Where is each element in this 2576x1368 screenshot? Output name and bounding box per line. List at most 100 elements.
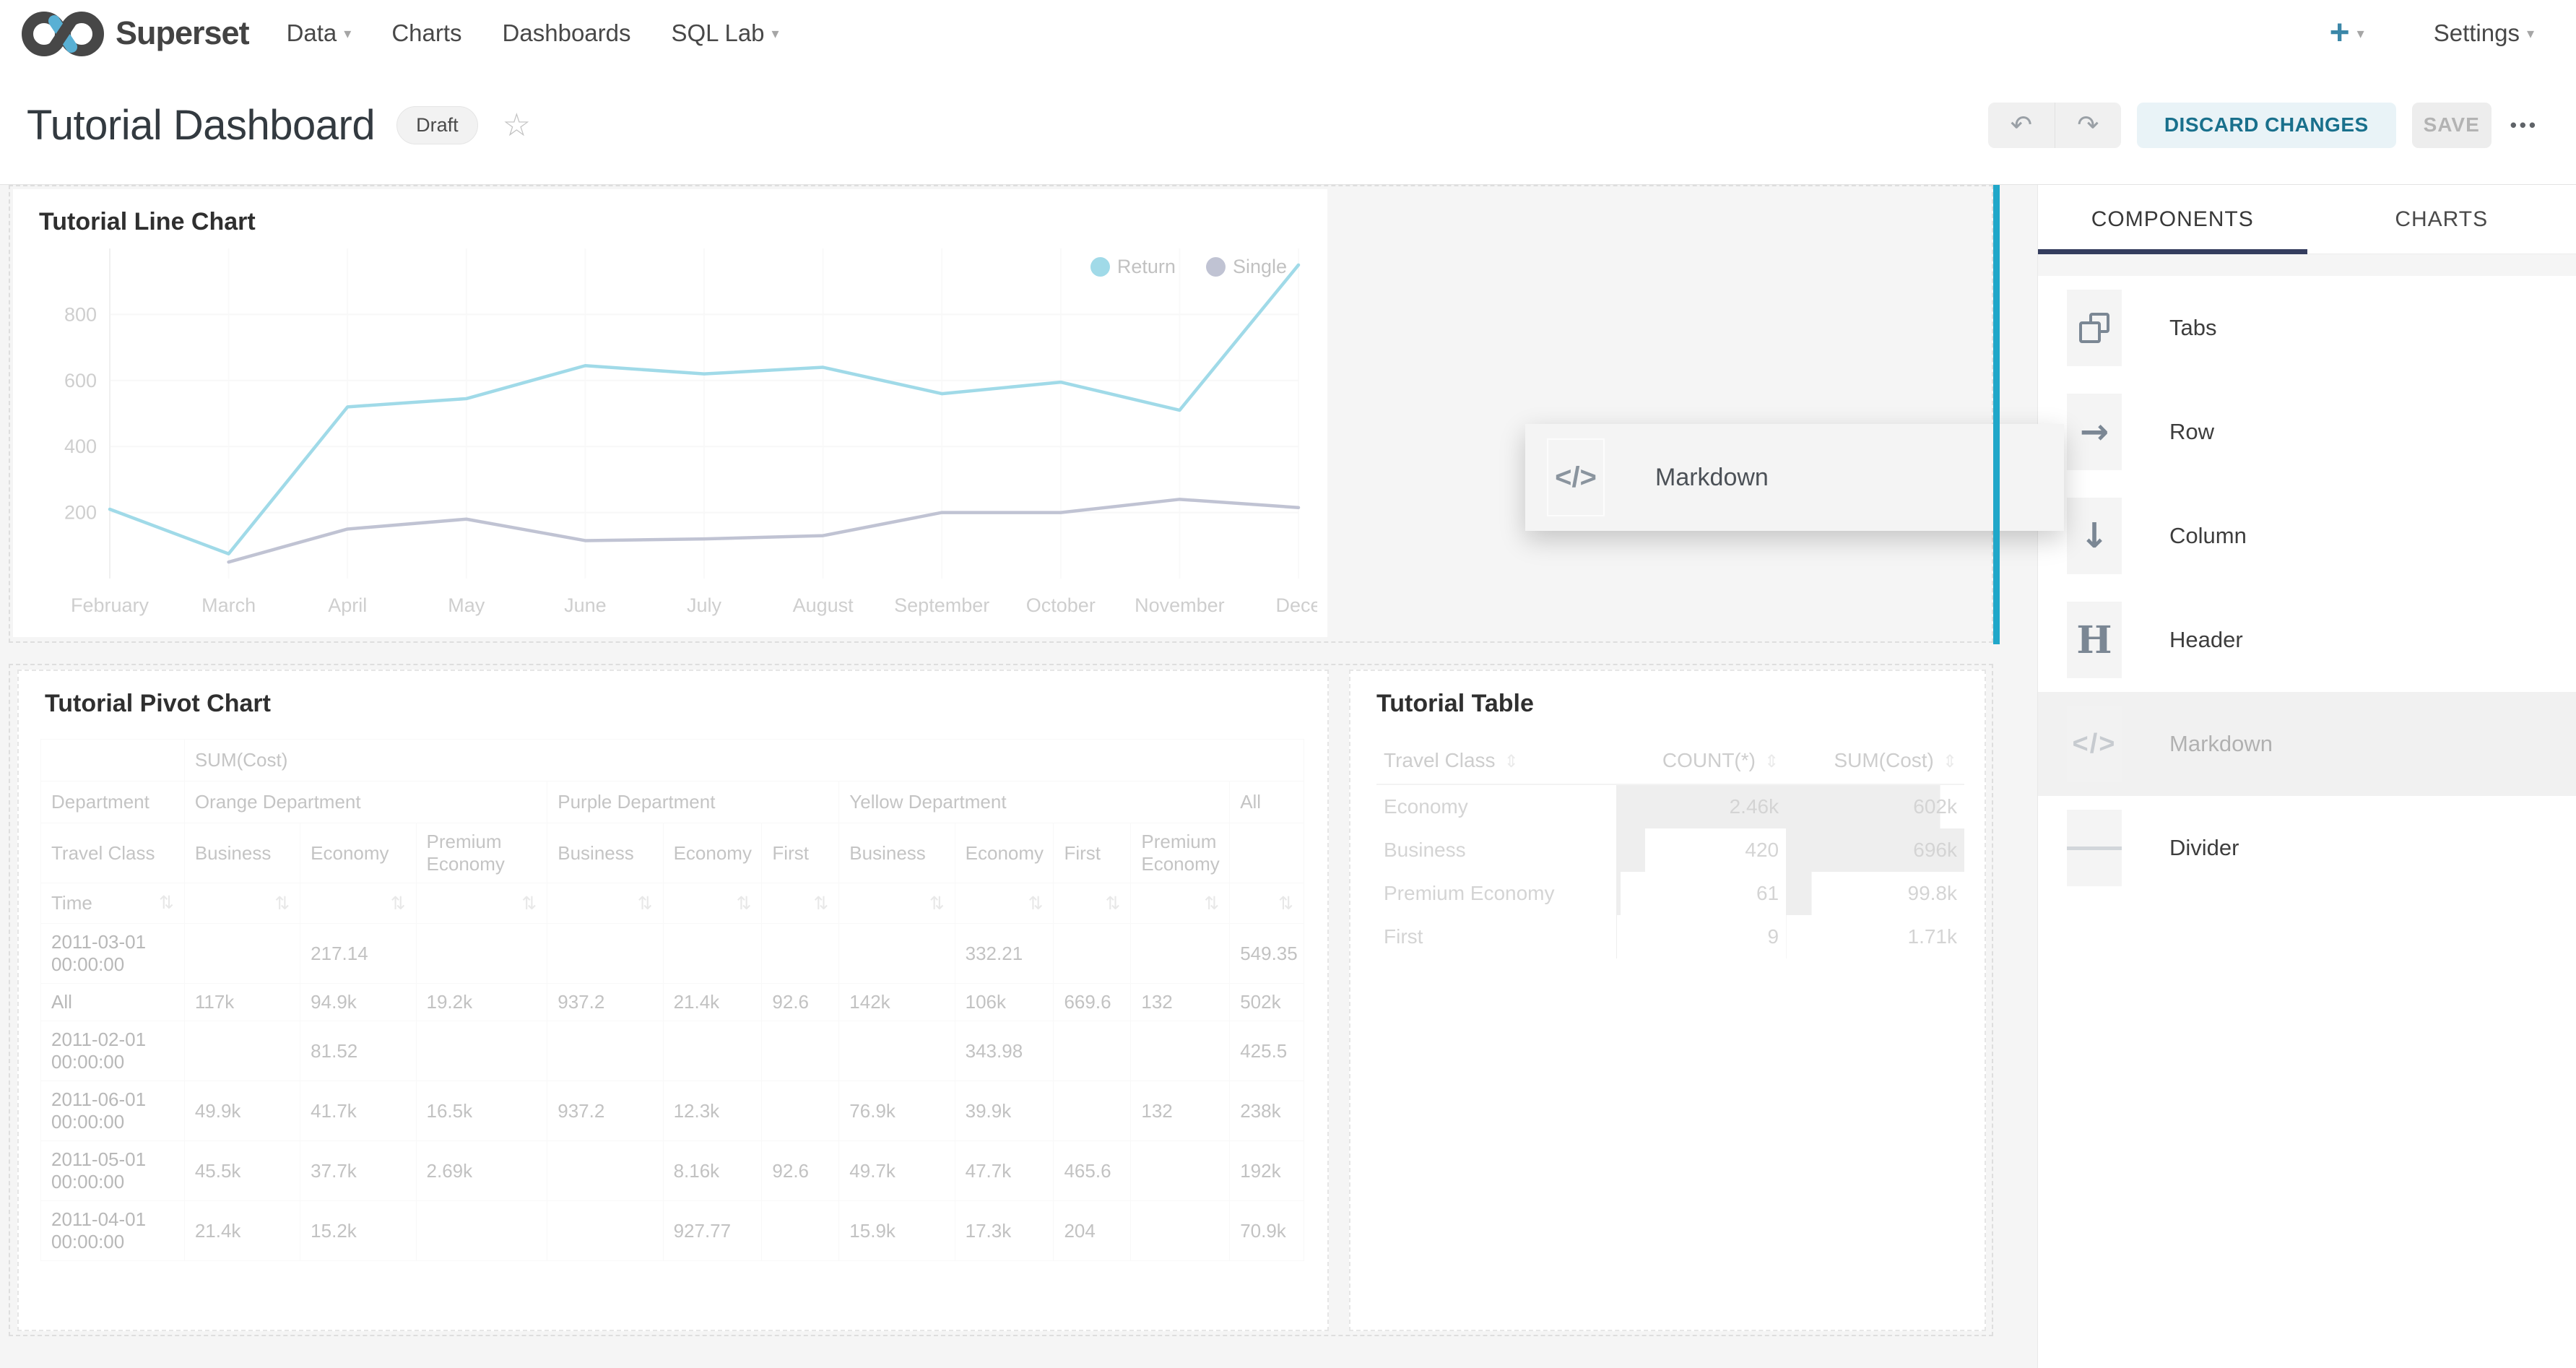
- new-item-button[interactable]: + ▾: [2330, 16, 2364, 51]
- table-cell-travel-class: Economy: [1376, 784, 1616, 828]
- pivot-cell: [1054, 1021, 1131, 1081]
- sort-icon[interactable]: ⇕: [1764, 751, 1779, 771]
- sort-icon[interactable]: ⇅: [1105, 893, 1120, 914]
- pivot-department-row: DepartmentOrange DepartmentPurple Depart…: [41, 782, 1304, 823]
- table-cell-count: 9: [1616, 915, 1786, 958]
- pivot-row-label: 2011-04-01 00:00:00: [41, 1201, 185, 1261]
- line-chart-card[interactable]: Tutorial Line Chart ReturnSingle 2004006…: [13, 189, 1327, 637]
- drag-ghost-label: Markdown: [1655, 464, 1769, 492]
- pivot-sort-cell: ⇅: [1131, 883, 1230, 924]
- discard-changes-button[interactable]: DISCARD CHANGES: [2137, 103, 2396, 148]
- sidebar-item-inner: ↓Column: [2067, 498, 2247, 574]
- pivot-row-label: 2011-06-01 00:00:00: [41, 1081, 185, 1141]
- nav-item-dashboards[interactable]: Dashboards: [503, 20, 631, 47]
- pivot-sort-cell: ⇅: [955, 883, 1054, 924]
- sidebar-strip: [2038, 254, 2576, 276]
- tab-charts[interactable]: CHARTS: [2307, 185, 2576, 254]
- sort-icon[interactable]: ⇅: [813, 893, 828, 914]
- sort-icon[interactable]: ⇅: [391, 893, 406, 914]
- dashboard-row-1[interactable]: Tutorial Line Chart ReturnSingle 2004006…: [9, 185, 1993, 643]
- sort-icon[interactable]: ⇅: [736, 893, 751, 914]
- pivot-row: 2011-05-01 00:00:0045.5k37.7k2.69k8.16k9…: [41, 1141, 1304, 1201]
- undo-button[interactable]: ↶: [1988, 103, 2055, 148]
- sort-icon[interactable]: ⇅: [521, 893, 537, 914]
- status-badge: Draft: [396, 106, 478, 144]
- table-cell-count: 61: [1616, 872, 1786, 915]
- nav-item-sql-lab[interactable]: SQL Lab▾: [672, 20, 779, 47]
- nav-item-label: SQL Lab: [672, 20, 765, 47]
- markdown-drag-ghost[interactable]: </> Markdown: [1525, 424, 2064, 531]
- pivot-cell: 192k: [1230, 1141, 1304, 1201]
- table-row[interactable]: Premium Economy6199.8k: [1376, 872, 1964, 915]
- pivot-cell: 12.3k: [663, 1081, 762, 1141]
- sidebar-item-row[interactable]: →Row: [2038, 380, 2576, 484]
- pivot-cell: 343.98: [955, 1021, 1054, 1081]
- arrow-down-glyph: ↓: [2080, 516, 2109, 556]
- more-options-button[interactable]: •••: [2510, 114, 2538, 137]
- pivot-cell: 465.6: [1054, 1141, 1131, 1201]
- redo-button[interactable]: ↷: [2055, 103, 2121, 148]
- table-row[interactable]: Economy2.46k602k: [1376, 784, 1964, 828]
- data-table-wrap: Travel Class⇕COUNT(*)⇕SUM(Cost)⇕Economy2…: [1376, 737, 1964, 958]
- save-button[interactable]: SAVE: [2412, 103, 2492, 148]
- pivot-column-header: Economy: [955, 823, 1054, 883]
- chart-title: Tutorial Table: [1350, 671, 1985, 718]
- pivot-travel-class-header: Travel Class: [41, 823, 185, 883]
- favorite-star-icon[interactable]: ☆: [503, 107, 531, 144]
- pivot-cell: 106k: [955, 984, 1054, 1021]
- table-cell-travel-class: Premium Economy: [1376, 872, 1616, 915]
- sidebar-item-column[interactable]: ↓Column: [2038, 484, 2576, 588]
- pivot-cell: [184, 1021, 300, 1081]
- sidebar-item-markdown[interactable]: </>Markdown: [2038, 692, 2576, 796]
- line-chart-svg: 200400600800FebruaryMarchAprilMayJuneJul…: [25, 237, 1317, 631]
- superset-logo[interactable]: Superset: [20, 7, 249, 60]
- sidebar-item-label: Header: [2169, 627, 2243, 653]
- settings-menu[interactable]: Settings ▾: [2434, 20, 2534, 47]
- sort-icon[interactable]: ⇅: [159, 892, 174, 913]
- pivot-cell: 927.77: [663, 1201, 762, 1261]
- sidebar-item-divider[interactable]: Divider: [2038, 796, 2576, 900]
- tab-components[interactable]: COMPONENTS: [2038, 185, 2307, 254]
- sort-icon[interactable]: ⇅: [274, 893, 290, 914]
- pivot-cell: [547, 1141, 663, 1201]
- pivot-cell: [416, 1201, 547, 1261]
- sidebar-item-tabs[interactable]: Tabs: [2038, 276, 2576, 380]
- table-cell-travel-class: Business: [1376, 828, 1616, 872]
- table-row[interactable]: Business420696k: [1376, 828, 1964, 872]
- pivot-cell: [1131, 1021, 1230, 1081]
- table-column-header-travel-class[interactable]: Travel Class⇕: [1376, 737, 1616, 784]
- nav-item-charts[interactable]: Charts: [391, 20, 461, 47]
- sort-icon[interactable]: ⇅: [1028, 893, 1044, 914]
- tabs-icon: [2067, 290, 2122, 366]
- table-column-header-count-[interactable]: COUNT(*)⇕: [1616, 737, 1786, 784]
- svg-text:200: 200: [64, 502, 97, 524]
- sort-icon[interactable]: ⇕: [1504, 751, 1519, 771]
- pivot-cell: [762, 1021, 839, 1081]
- sort-icon[interactable]: ⇅: [1278, 893, 1293, 914]
- header-letter-glyph: H: [2076, 618, 2112, 662]
- sort-icon[interactable]: ⇅: [1204, 893, 1219, 914]
- table-cell-sum: 602k: [1786, 784, 1964, 828]
- nav-item-data[interactable]: Data▾: [287, 20, 352, 47]
- pivot-time-row: Time⇅⇅⇅⇅⇅⇅⇅⇅⇅⇅⇅⇅: [41, 883, 1304, 924]
- svg-text:November: November: [1135, 594, 1225, 616]
- dashboard-row-2[interactable]: Tutorial Pivot Chart SUM(Cost)Department…: [9, 664, 1993, 1336]
- infinity-logo-icon: [20, 7, 105, 60]
- pivot-row: 2011-02-01 00:00:0081.52343.98425.5: [41, 1021, 1304, 1081]
- sort-icon[interactable]: ⇅: [638, 893, 653, 914]
- pivot-cell: [416, 1021, 547, 1081]
- pivot-cell: 502k: [1230, 984, 1304, 1021]
- pivot-chart-card[interactable]: Tutorial Pivot Chart SUM(Cost)Department…: [17, 670, 1329, 1331]
- undo-redo-group: ↶ ↷: [1988, 103, 2121, 148]
- sidebar-item-label: Divider: [2169, 835, 2239, 861]
- table-row[interactable]: First91.71k: [1376, 915, 1964, 958]
- table-column-header-sum-cost-[interactable]: SUM(Cost)⇕: [1786, 737, 1964, 784]
- sidebar-item-header[interactable]: H Header: [2038, 588, 2576, 692]
- pivot-cell: 238k: [1230, 1081, 1304, 1141]
- table-chart-card[interactable]: Tutorial Table Travel Class⇕COUNT(*)⇕SUM…: [1349, 670, 1986, 1331]
- sort-icon[interactable]: ⇕: [1943, 751, 1957, 771]
- pivot-cell: [663, 924, 762, 984]
- pivot-cell: [839, 1021, 955, 1081]
- sort-icon[interactable]: ⇅: [929, 893, 945, 914]
- page-title[interactable]: Tutorial Dashboard: [27, 101, 375, 150]
